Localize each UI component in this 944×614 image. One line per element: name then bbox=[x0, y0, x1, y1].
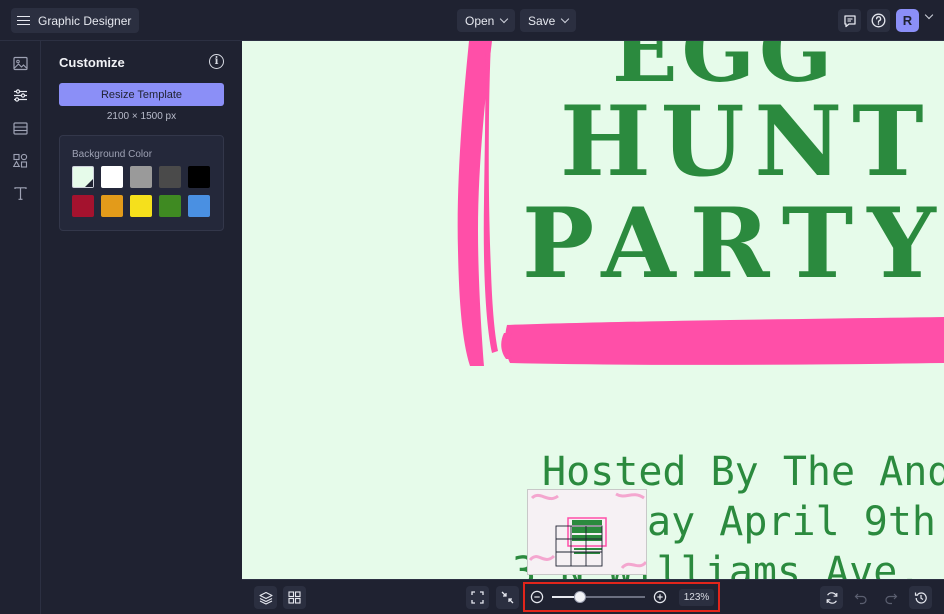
redo-button[interactable] bbox=[879, 586, 902, 609]
poster-line-hunt[interactable]: HUNT bbox=[560, 85, 934, 198]
feedback-icon bbox=[843, 14, 856, 27]
color-swatch[interactable] bbox=[130, 166, 152, 188]
grid-icon bbox=[288, 591, 301, 604]
grid-view-button[interactable] bbox=[283, 586, 306, 609]
customize-panel: Customize i Resize Template 2100 × 1500 … bbox=[41, 41, 242, 614]
background-color-label: Background Color bbox=[72, 149, 153, 160]
color-swatch[interactable] bbox=[159, 166, 181, 188]
color-swatch[interactable] bbox=[101, 195, 123, 217]
history-button[interactable] bbox=[909, 586, 932, 609]
shrink-icon bbox=[501, 591, 514, 604]
zoom-in-icon[interactable] bbox=[653, 590, 667, 604]
fit-screen-button[interactable] bbox=[466, 586, 489, 609]
help-icon bbox=[871, 13, 886, 28]
rail-item-text[interactable] bbox=[10, 183, 30, 203]
canvas-minimap[interactable] bbox=[527, 489, 647, 575]
color-swatch[interactable] bbox=[72, 166, 94, 188]
shrink-button[interactable] bbox=[496, 586, 519, 609]
undo-icon bbox=[854, 593, 867, 604]
history-icon bbox=[914, 591, 927, 604]
poster-date[interactable]: ay April 9th at 1 bbox=[647, 499, 944, 545]
app-menu-button[interactable]: Graphic Designer bbox=[11, 8, 140, 33]
poster-line-party[interactable]: PARTY bbox=[522, 187, 944, 300]
adjustments-icon bbox=[13, 88, 27, 102]
zoom-out-icon[interactable] bbox=[530, 590, 544, 604]
chevron-down-icon[interactable] bbox=[924, 10, 934, 20]
user-avatar[interactable]: R bbox=[896, 9, 919, 32]
rail-item-adjustments[interactable] bbox=[10, 85, 30, 105]
layout-icon bbox=[12, 121, 28, 135]
undo-button[interactable] bbox=[849, 586, 872, 609]
color-swatch[interactable] bbox=[159, 195, 181, 217]
feedback-button[interactable] bbox=[838, 9, 861, 32]
rail-item-shapes[interactable] bbox=[10, 150, 30, 170]
image-icon bbox=[12, 56, 28, 70]
template-dimensions: 2100 × 1500 px bbox=[106, 111, 177, 122]
zoom-slider-handle[interactable] bbox=[573, 591, 586, 603]
tool-rail bbox=[0, 41, 41, 614]
refresh-button[interactable] bbox=[820, 586, 843, 609]
chevron-down-icon bbox=[561, 14, 570, 24]
color-swatch[interactable] bbox=[72, 195, 94, 217]
layers-button[interactable] bbox=[254, 586, 277, 609]
save-menu-button[interactable]: Save bbox=[520, 9, 577, 32]
minimap-preview bbox=[528, 490, 646, 574]
color-swatch[interactable] bbox=[101, 166, 123, 188]
save-label: Save bbox=[528, 13, 556, 28]
rail-item-layout[interactable] bbox=[10, 118, 30, 138]
fit-screen-icon bbox=[471, 591, 484, 604]
open-label: Open bbox=[465, 13, 495, 28]
panel-title: Customize bbox=[59, 55, 125, 70]
open-menu-button[interactable]: Open bbox=[457, 9, 516, 32]
layers-icon bbox=[258, 591, 273, 605]
help-button[interactable] bbox=[867, 9, 890, 32]
color-swatch[interactable] bbox=[130, 195, 152, 217]
refresh-icon bbox=[826, 591, 837, 604]
redo-icon bbox=[884, 593, 897, 604]
color-swatch[interactable] bbox=[188, 195, 210, 217]
resize-template-button[interactable]: Resize Template bbox=[59, 83, 224, 106]
shapes-icon bbox=[12, 153, 27, 168]
rail-item-images[interactable] bbox=[10, 53, 30, 73]
top-bar: Graphic Designer Open Save R bbox=[0, 0, 944, 41]
background-color-card: Background Color bbox=[59, 135, 224, 231]
app-title: Graphic Designer bbox=[38, 13, 132, 28]
hamburger-icon bbox=[17, 15, 30, 26]
info-icon[interactable]: i bbox=[209, 54, 224, 69]
zoom-percentage[interactable]: 123% bbox=[679, 589, 714, 606]
chevron-down-icon bbox=[500, 14, 509, 24]
color-swatch[interactable] bbox=[188, 166, 210, 188]
text-icon bbox=[13, 186, 27, 200]
